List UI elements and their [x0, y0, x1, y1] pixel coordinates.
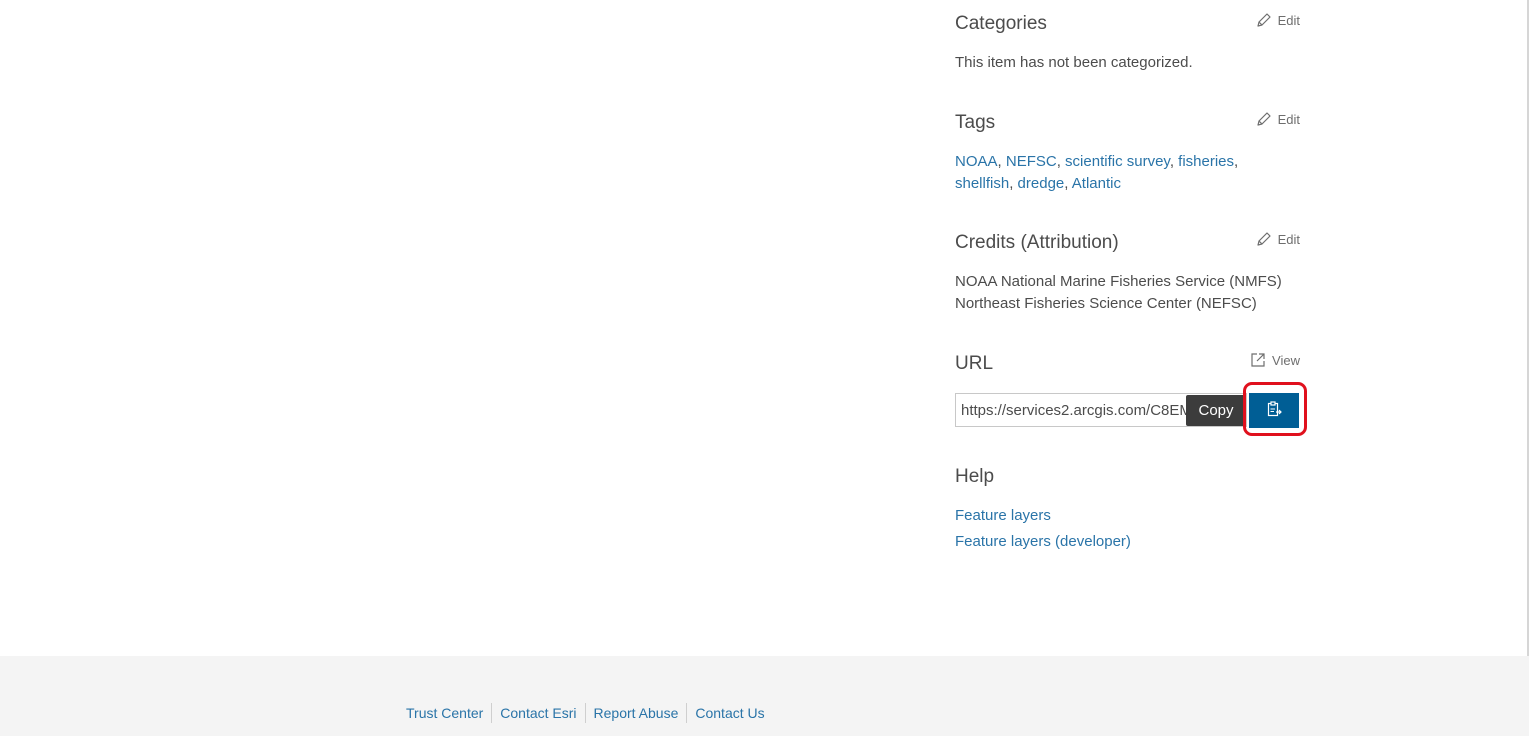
- highlight-annotation: [1243, 382, 1307, 436]
- footer-link-contact-esri[interactable]: Contact Esri: [492, 703, 584, 723]
- footer-link-contact-us[interactable]: Contact Us: [687, 703, 772, 723]
- categories-title: Categories: [955, 13, 1047, 34]
- help-link-feature-layers[interactable]: Feature layers: [955, 503, 1131, 529]
- url-view-label: View: [1272, 352, 1300, 368]
- footer-link-trust-center[interactable]: Trust Center: [398, 703, 491, 723]
- credits-title: Credits (Attribution): [955, 232, 1119, 253]
- tags-list: NOAA, NEFSC, scientific survey, fisherie…: [955, 153, 1239, 192]
- pencil-icon: [1256, 231, 1272, 247]
- categories-text: This item has not been categorized.: [955, 54, 1193, 71]
- help-links: Feature layers Feature layers (developer…: [955, 503, 1131, 555]
- credits-line-1: NOAA National Marine Fisheries Service (…: [955, 273, 1282, 290]
- tag-link[interactable]: NEFSC: [1006, 153, 1057, 170]
- url-view-button[interactable]: View: [1250, 352, 1300, 368]
- help-title: Help: [955, 466, 995, 487]
- footer-links: Trust Center Contact Esri Report Abuse C…: [398, 703, 773, 723]
- pencil-icon: [1256, 12, 1272, 28]
- tag-link[interactable]: NOAA: [955, 153, 998, 170]
- footer-link-report-abuse[interactable]: Report Abuse: [586, 703, 687, 723]
- credits-line-2: Northeast Fisheries Science Center (NEFS…: [955, 295, 1257, 312]
- copy-tooltip: Copy: [1186, 395, 1246, 426]
- credits-edit-button[interactable]: Edit: [1256, 231, 1300, 247]
- tags-edit-button[interactable]: Edit: [1256, 111, 1300, 127]
- help-link-feature-layers-developer[interactable]: Feature layers (developer): [955, 529, 1131, 555]
- url-title: URL: [955, 353, 994, 374]
- tag-link[interactable]: fisheries: [1178, 153, 1234, 170]
- page-footer: Trust Center Contact Esri Report Abuse C…: [0, 656, 1529, 736]
- tag-link[interactable]: dredge: [1018, 175, 1065, 192]
- tag-link[interactable]: Atlantic: [1072, 175, 1121, 192]
- external-link-icon: [1250, 352, 1266, 368]
- credits-edit-label: Edit: [1277, 231, 1300, 247]
- tags-title: Tags: [955, 112, 996, 133]
- pencil-icon: [1256, 111, 1272, 127]
- categories-edit-label: Edit: [1277, 12, 1300, 28]
- tag-link[interactable]: scientific survey: [1065, 153, 1170, 170]
- tags-edit-label: Edit: [1277, 111, 1300, 127]
- tag-link[interactable]: shellfish: [955, 175, 1009, 192]
- categories-edit-button[interactable]: Edit: [1256, 12, 1300, 28]
